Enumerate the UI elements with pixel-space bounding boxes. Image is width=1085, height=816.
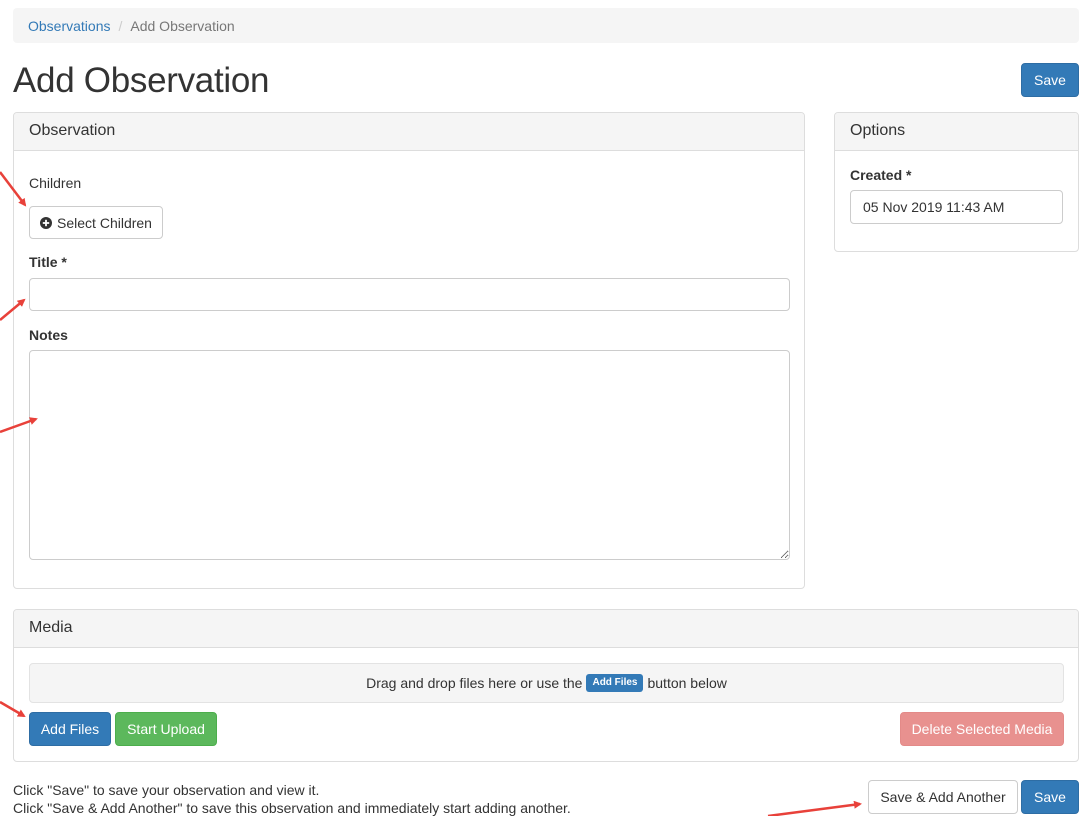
options-panel-heading: Options: [835, 113, 1078, 151]
dropzone-text-before: Drag and drop files here or use the: [366, 675, 583, 691]
select-children-button[interactable]: Select Children: [29, 206, 163, 239]
created-label: Created *: [850, 167, 912, 183]
delete-selected-media-button[interactable]: Delete Selected Media: [900, 712, 1064, 746]
help-text-save: Click "Save" to save your observation an…: [13, 782, 320, 798]
plus-circle-icon: [40, 216, 53, 229]
children-label: Children: [29, 175, 82, 191]
created-date-input[interactable]: [850, 190, 1063, 224]
page-title: Add Observation: [13, 61, 270, 100]
title-label: Title *: [29, 254, 67, 270]
notes-textarea[interactable]: [29, 350, 790, 560]
top-save-button[interactable]: Save: [1021, 63, 1079, 97]
annotation-arrow-save-add-another: [767, 800, 862, 816]
media-panel-heading: Media: [14, 610, 1078, 648]
notes-label: Notes: [29, 327, 68, 343]
breadcrumb-observations-link[interactable]: Observations: [28, 18, 110, 34]
dropzone-add-files-badge: Add Files: [586, 674, 644, 692]
breadcrumb-current: Add Observation: [130, 17, 235, 34]
options-panel: Options Created *: [834, 112, 1079, 252]
save-and-add-another-button[interactable]: Save & Add Another: [868, 780, 1018, 814]
breadcrumb-separator: /: [118, 17, 123, 34]
media-panel: Media Drag and drop files here or use th…: [13, 609, 1079, 762]
observation-panel-heading: Observation: [14, 113, 804, 151]
breadcrumb: Observations / Add Observation: [13, 8, 1079, 43]
start-upload-button[interactable]: Start Upload: [115, 712, 217, 746]
dropzone-text-after: button below: [647, 675, 727, 691]
select-children-label: Select Children: [57, 214, 152, 231]
observation-panel: Observation Children Select Children Tit…: [13, 112, 805, 589]
title-input[interactable]: [29, 278, 790, 311]
add-files-button[interactable]: Add Files: [29, 712, 111, 746]
media-dropzone[interactable]: Drag and drop files here or use the Add …: [29, 663, 1064, 703]
bottom-save-button[interactable]: Save: [1021, 780, 1079, 814]
help-text-save-add-another: Click "Save & Add Another" to save this …: [13, 800, 571, 816]
